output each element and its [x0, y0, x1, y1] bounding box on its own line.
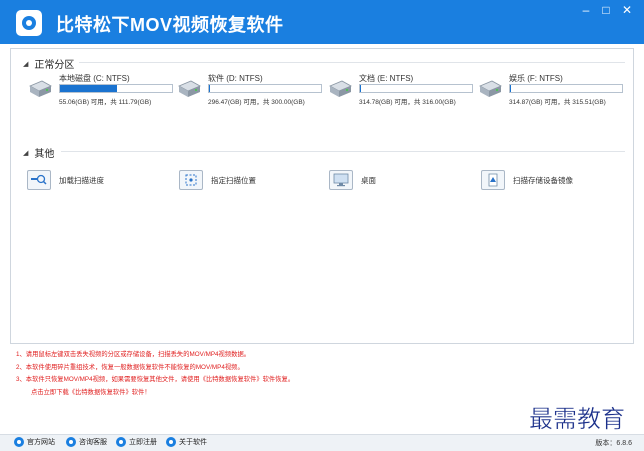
- load-scan-progress-button[interactable]: 加载扫描进度: [27, 169, 104, 191]
- drive-name: 软件 (D: NTFS): [208, 74, 263, 83]
- drive-name: 本地磁盘 (C: NTFS): [59, 74, 130, 83]
- hard-drive-icon: [29, 80, 52, 97]
- drive-capacity: 314.78(GB) 可用，共 316.00(GB): [359, 99, 456, 106]
- hard-drive-icon: [329, 80, 352, 97]
- status-bar: 官方网站 咨询客服 立即注册 关于软件 版本：6.8.6: [0, 434, 644, 451]
- hard-drive-icon: [178, 80, 201, 97]
- target-location-icon: [179, 170, 203, 190]
- drive-capacity: 55.06(GB) 可用，共 111.79(GB): [59, 99, 152, 106]
- status-link-label: 官方网站: [27, 439, 55, 446]
- drive-usage-bar: [208, 84, 322, 93]
- drive-name: 娱乐 (F: NTFS): [509, 74, 563, 83]
- scan-device-image-button[interactable]: 扫描存储设备镜像: [481, 169, 573, 191]
- option-label: 指定扫描位置: [211, 175, 256, 185]
- chat-icon: [66, 437, 76, 447]
- info-icon: [166, 437, 176, 447]
- close-button[interactable]: ✕: [618, 2, 636, 18]
- hard-drive-icon: [479, 80, 502, 97]
- version-label: 版本：6.8.6: [595, 440, 632, 447]
- load-progress-icon: [27, 170, 51, 190]
- app-title: 比特松下MOV视频恢复软件: [56, 15, 284, 35]
- status-link-label: 立即注册: [129, 439, 157, 446]
- minimize-button[interactable]: –: [577, 2, 595, 18]
- tip-line: 3、本软件只恢复MOV/MP4视频，如果需要恢复其他文件，请使用《比特数据恢复软…: [16, 376, 295, 383]
- drive-f[interactable]: 娱乐 (F: NTFS) 314.87(GB) 可用，共 315.51(GB): [477, 73, 627, 109]
- drive-usage-bar: [359, 84, 473, 93]
- drive-name: 文档 (E: NTFS): [359, 74, 414, 83]
- option-label: 加载扫描进度: [59, 175, 104, 185]
- others-section-title: 其他: [34, 149, 55, 160]
- drive-usage-bar: [59, 84, 173, 93]
- watermark-logo: 最需教育: [529, 405, 625, 433]
- home-icon: [14, 437, 24, 447]
- partitions-section-title: 正常分区: [34, 60, 75, 71]
- official-site-link[interactable]: 官方网站: [14, 437, 55, 447]
- collapse-triangle-icon[interactable]: ◢: [23, 149, 28, 157]
- tip-line: 2、本软件使用碎片重组技术，恢复一般数据恢复软件不能恢复的MOV/MP4视频。: [16, 363, 244, 371]
- svg-text:最需教育: 最需教育: [529, 405, 625, 433]
- drive-d[interactable]: 软件 (D: NTFS) 296.47(GB) 可用，共 300.00(GB): [176, 73, 326, 109]
- tip-line: 1、请用鼠标左键双击丢失视频的分区或存储设备，扫描丢失的MOV/MP4视频数据。: [16, 351, 251, 358]
- specify-scan-location-button[interactable]: 指定扫描位置: [179, 169, 256, 191]
- section-divider: [61, 151, 625, 152]
- others-section-header[interactable]: ◢ 其他: [23, 145, 54, 160]
- maximize-button[interactable]: □: [597, 2, 615, 18]
- option-label: 扫描存储设备镜像: [513, 175, 573, 185]
- desktop-button[interactable]: 桌面: [329, 169, 376, 191]
- tips-area: 1、请用鼠标左键双击丢失视频的分区或存储设备，扫描丢失的MOV/MP4视频数据。…: [16, 349, 496, 399]
- register-link[interactable]: 立即注册: [116, 437, 157, 447]
- status-link-label: 关于软件: [179, 439, 207, 446]
- main-panel: ◢ 正常分区 本地磁盘 (C: NTFS) 55.06(GB) 可用，共 111…: [10, 48, 634, 344]
- app-logo-icon: [16, 10, 42, 36]
- customer-service-link[interactable]: 咨询客服: [66, 437, 107, 447]
- device-image-icon: [481, 170, 505, 190]
- partitions-section-header[interactable]: ◢ 正常分区: [23, 56, 74, 71]
- title-bar[interactable]: 比特松下MOV视频恢复软件 – □ ✕: [0, 0, 644, 44]
- option-label: 桌面: [361, 175, 376, 185]
- about-link[interactable]: 关于软件: [166, 437, 207, 447]
- drive-c[interactable]: 本地磁盘 (C: NTFS) 55.06(GB) 可用，共 111.79(GB): [27, 73, 177, 109]
- collapse-triangle-icon[interactable]: ◢: [23, 60, 28, 68]
- drive-e[interactable]: 文档 (E: NTFS) 314.78(GB) 可用，共 316.00(GB): [327, 73, 477, 109]
- drive-usage-bar: [509, 84, 623, 93]
- status-link-label: 咨询客服: [79, 439, 107, 446]
- desktop-icon: [329, 170, 353, 190]
- download-link[interactable]: 点击立即下载《比特数据恢复软件》软件！: [16, 387, 496, 400]
- drive-capacity: 314.87(GB) 可用，共 315.51(GB): [509, 99, 606, 106]
- section-divider: [79, 62, 625, 63]
- register-icon: [116, 437, 126, 447]
- drive-capacity: 296.47(GB) 可用，共 300.00(GB): [208, 99, 305, 106]
